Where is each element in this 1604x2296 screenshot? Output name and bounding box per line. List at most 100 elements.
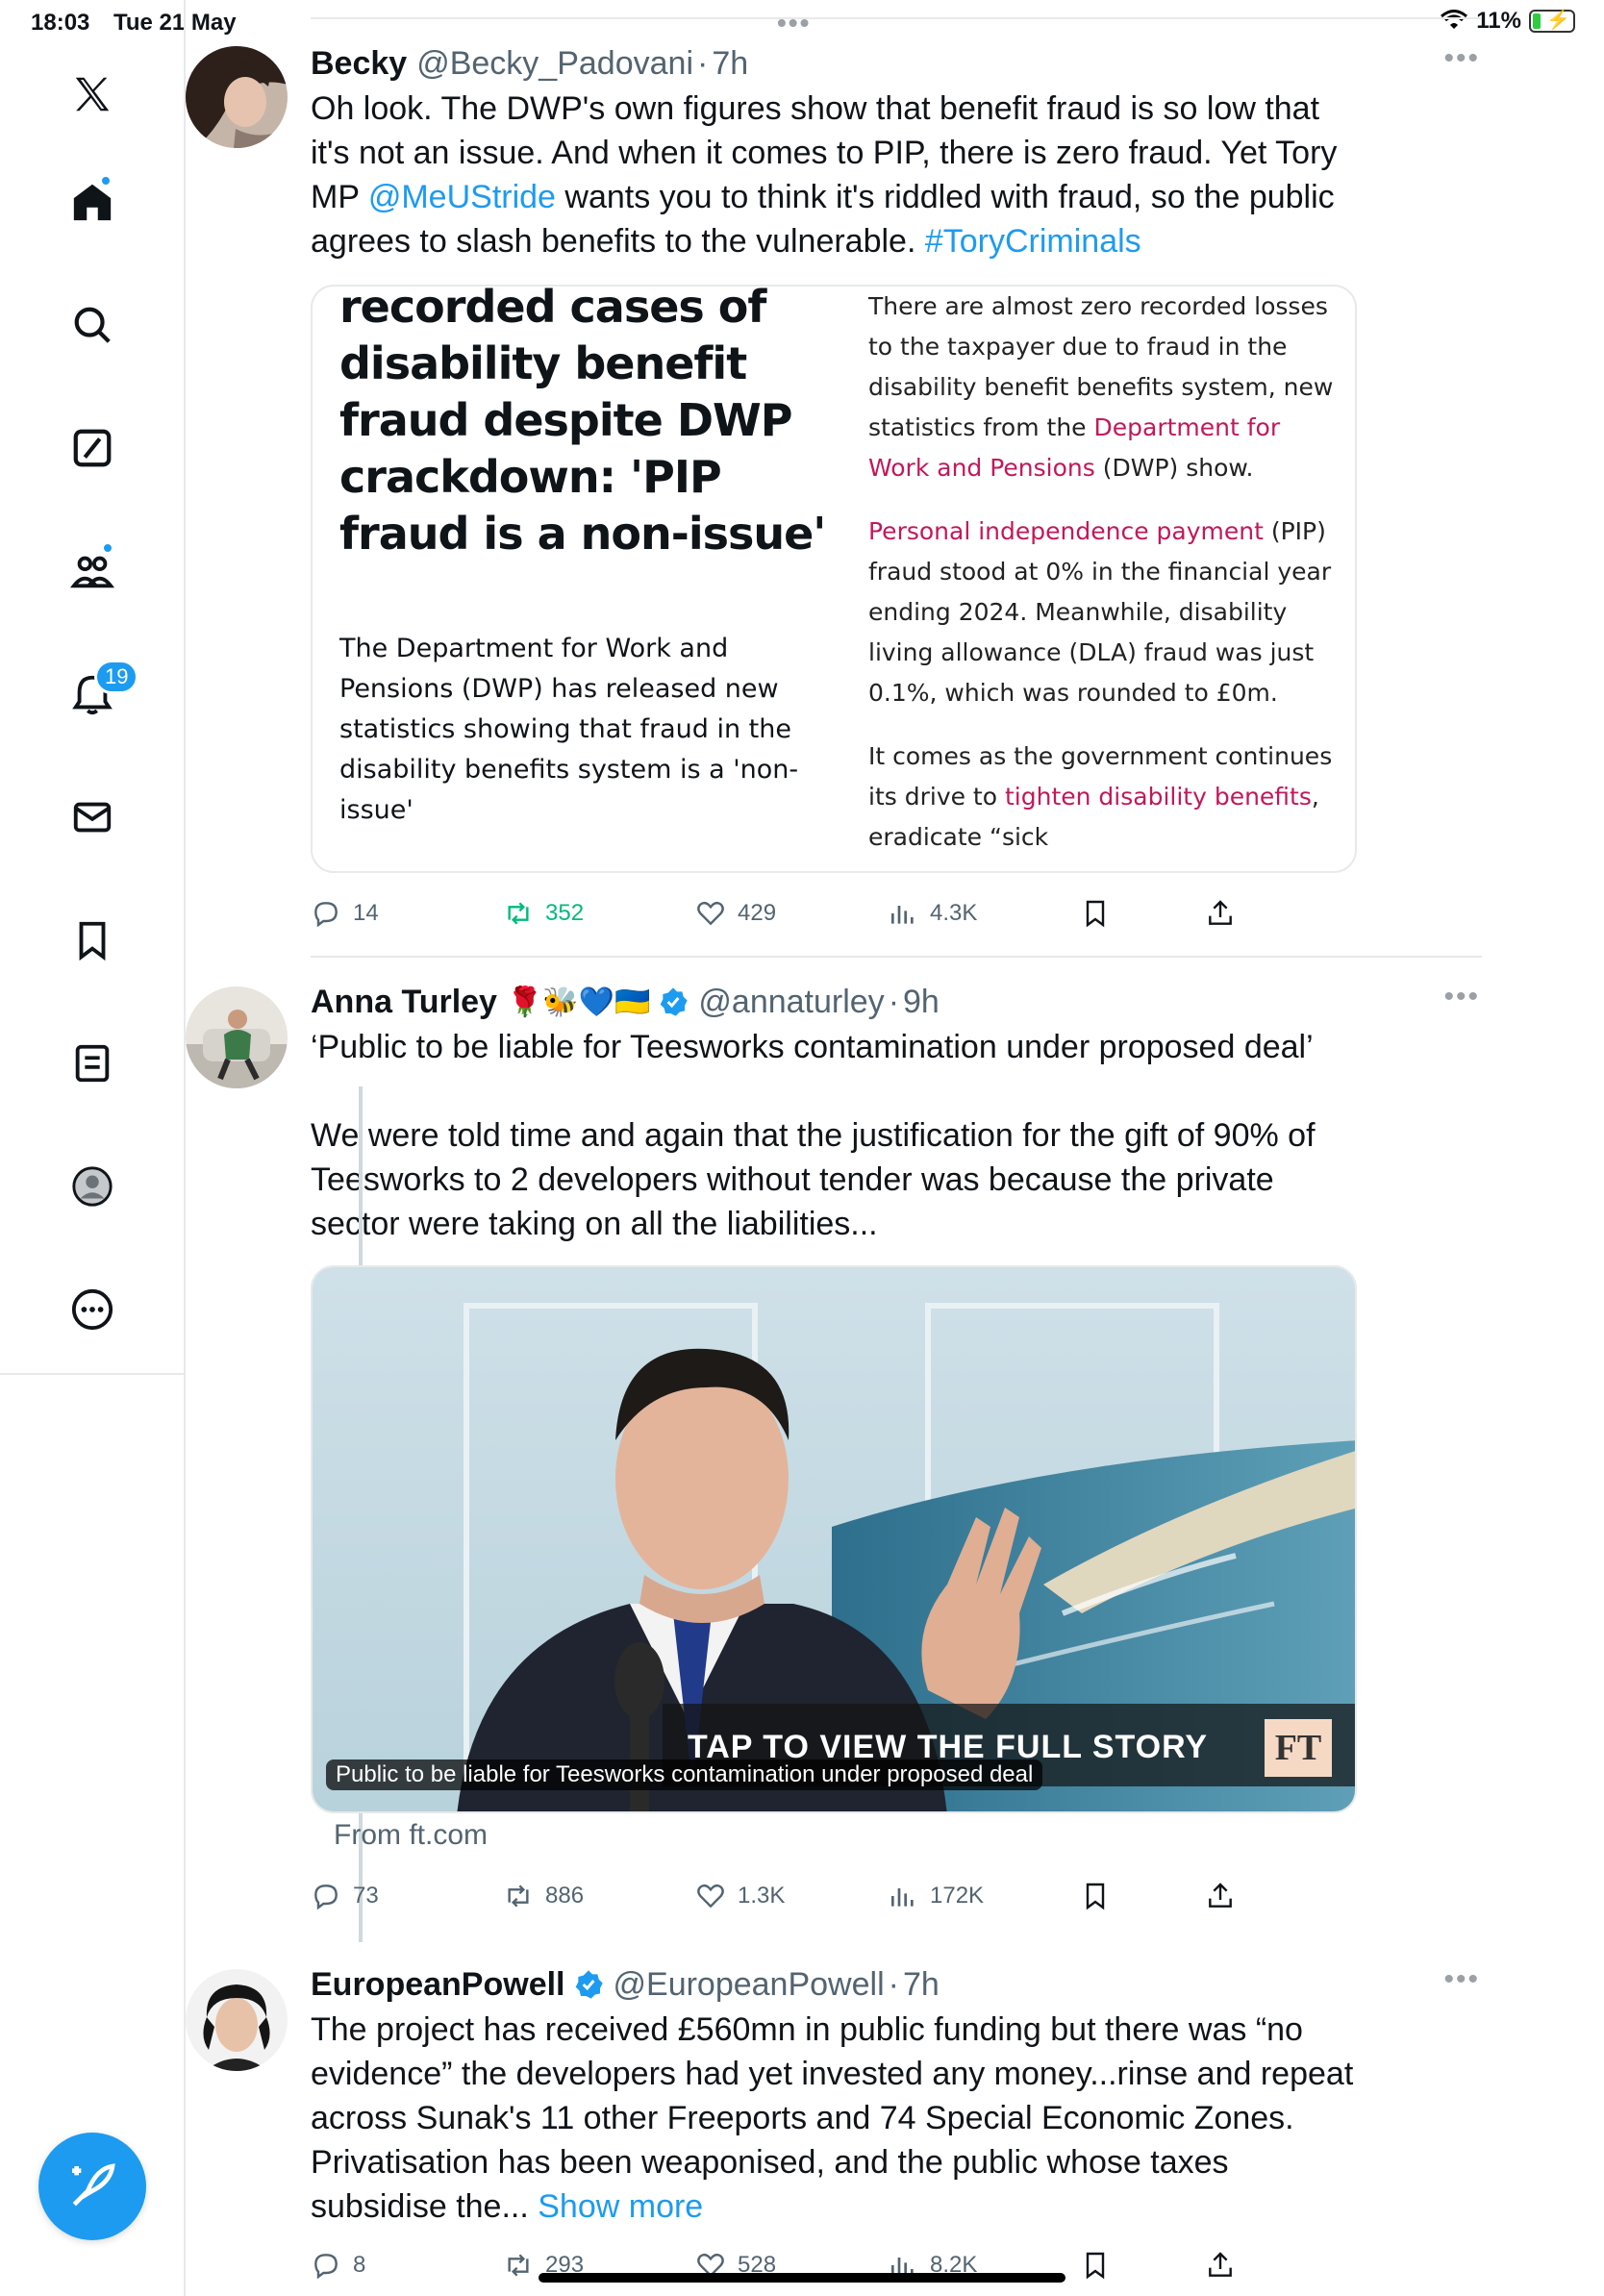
share-button[interactable] [1205, 1881, 1236, 1911]
tweet-anna-turley[interactable]: Anna Turley 🌹🐝💙🇺🇦 @annaturley · 9h ••• ‘… [186, 981, 1482, 1246]
views-chart-icon [891, 1888, 914, 1907]
more-options-icon[interactable]: ••• [1443, 981, 1480, 1013]
repost-icon [508, 1884, 529, 1908]
views-chart-icon [891, 906, 914, 924]
author-name[interactable]: EuropeanPowell [311, 1966, 565, 2004]
article-text: (DWP) show. [1094, 454, 1254, 482]
profile-icon[interactable] [62, 1156, 123, 1217]
show-more-link[interactable]: Show more [538, 2188, 703, 2225]
reply-icon [314, 2254, 338, 2280]
view-count: 4.3K [930, 900, 978, 926]
more-options-icon[interactable]: ••• [1443, 1963, 1480, 1996]
like-count: 1.3K [738, 1883, 786, 1909]
tweet-becky[interactable]: Becky @Becky_Padovani · 7h ••• Oh look. … [186, 42, 1482, 263]
reply-button[interactable]: 14 [311, 898, 379, 929]
author-handle[interactable]: @annaturley [698, 984, 884, 1021]
hashtag-link[interactable]: #ToryCriminals [925, 223, 1141, 260]
bookmark-icon [1086, 1883, 1105, 1910]
reply-button[interactable]: 8 [311, 2250, 365, 2281]
article-link: tighten disability benefits [1004, 783, 1312, 811]
mention-link[interactable]: @MeUStride [368, 179, 556, 215]
tweet-text: The project has received £560mn in publi… [311, 2008, 1359, 2229]
tweet-text: We were told time and again that the jus… [311, 1117, 1316, 1242]
notifications-icon[interactable]: 19 [62, 660, 139, 725]
article-image-card[interactable]: recorded cases of disability benefit fra… [311, 285, 1357, 873]
bookmark-button[interactable] [1080, 898, 1111, 929]
battery-icon: ⚡ [1529, 10, 1575, 33]
compose-post-button[interactable] [38, 2133, 146, 2240]
reply-icon [314, 1884, 338, 1910]
search-icon[interactable] [62, 294, 123, 356]
reply-count: 73 [353, 1883, 379, 1909]
link-source[interactable]: From ft.com [334, 1819, 488, 1852]
share-icon [1209, 2252, 1232, 2277]
home-icon[interactable] [62, 171, 123, 233]
repost-button[interactable]: 886 [503, 1881, 584, 1911]
repost-button[interactable]: 352 [503, 898, 584, 929]
tweet-header: Becky @Becky_Padovani · 7h [311, 42, 1482, 85]
repost-icon [508, 902, 529, 925]
bookmark-icon [1086, 900, 1105, 928]
tweet-text-part: The project has received £560mn in publi… [311, 2011, 1354, 2225]
heart-icon [697, 1884, 724, 1909]
avatar-europeanpowell[interactable] [186, 1969, 288, 2071]
communities-unread-dot [102, 542, 113, 554]
views-button[interactable]: 172K [888, 1881, 984, 1911]
bookmark-icon [1086, 2252, 1105, 2280]
author-handle[interactable]: @EuropeanPowell [614, 1966, 885, 2004]
reply-icon [314, 902, 338, 928]
lists-icon[interactable] [62, 1033, 123, 1094]
link-card-caption: Public to be liable for Teesworks contam… [326, 1759, 1043, 1790]
article-link: Personal independence payment [868, 517, 1264, 545]
home-indicator[interactable] [539, 2273, 1065, 2283]
tweet-header: EuropeanPowell @EuropeanPowell · 7h [311, 1963, 1482, 2006]
post-time[interactable]: 9h [903, 984, 940, 1021]
verified-badge-icon [575, 1970, 603, 1999]
multitasking-dots-icon[interactable]: ••• [777, 8, 811, 38]
like-button[interactable]: 429 [695, 898, 776, 929]
post-time[interactable]: 7h [712, 45, 748, 83]
more-icon[interactable] [62, 1279, 123, 1340]
tweet-header: Anna Turley 🌹🐝💙🇺🇦 @annaturley · 9h [311, 981, 1482, 1023]
more-options-icon[interactable]: ••• [1443, 42, 1480, 75]
author-handle[interactable]: @Becky_Padovani [416, 45, 693, 83]
article-headline: recorded cases of disability benefit fra… [339, 285, 826, 560]
share-button[interactable] [1205, 2250, 1236, 2281]
author-name[interactable]: Becky [311, 45, 407, 83]
author-name[interactable]: Anna Turley [311, 984, 497, 1021]
link-preview-card[interactable]: TAP TO VIEW THE FULL STORY FT Public to … [311, 1265, 1357, 1813]
article-text: (PIP) fraud stood at 0% in the financial… [868, 517, 1332, 707]
repost-count: 352 [545, 900, 585, 926]
reply-count: 14 [353, 900, 379, 926]
wifi-icon [1441, 10, 1468, 29]
reply-button[interactable]: 73 [311, 1881, 379, 1911]
tweet-divider [311, 956, 1482, 958]
bookmark-button[interactable] [1080, 2250, 1111, 2281]
views-button[interactable]: 4.3K [888, 898, 977, 929]
tweet-text: ‘Public to be liable for Teesworks conta… [311, 1029, 1314, 1065]
bookmarks-icon[interactable] [62, 910, 123, 971]
article-body: There are almost zero recorded losses to… [868, 287, 1340, 871]
status-bar: 18:03 Tue 21 May ••• 11% ⚡ [0, 0, 1604, 46]
sidebar-divider [0, 1373, 186, 1375]
avatar-becky[interactable] [186, 46, 288, 148]
communities-icon[interactable] [62, 540, 123, 602]
post-time[interactable]: 7h [903, 1966, 940, 2004]
reply-count: 8 [353, 2252, 366, 2278]
grok-icon[interactable] [62, 417, 123, 479]
tweet-text: Oh look. The DWP's own figures show that… [311, 87, 1359, 263]
messages-icon[interactable] [62, 786, 123, 848]
like-button[interactable]: 1.3K [695, 1881, 785, 1911]
verified-badge-icon [661, 987, 689, 1016]
tweet-actions: 73 886 1.3K 172K [311, 1877, 1357, 1915]
share-button[interactable] [1205, 898, 1236, 929]
x-logo-icon[interactable] [62, 63, 123, 125]
status-indicators: 11% ⚡ [1440, 8, 1575, 35]
bookmark-button[interactable] [1080, 1881, 1111, 1911]
avatar-anna-turley[interactable] [186, 986, 288, 1088]
share-icon [1209, 1883, 1232, 1908]
author-emojis: 🌹🐝💙🇺🇦 [506, 986, 651, 1018]
article-paragraph: There are almost zero recorded losses to… [868, 287, 1340, 488]
tweet-europeanpowell[interactable]: EuropeanPowell @EuropeanPowell · 7h ••• … [186, 1963, 1482, 2229]
time-separator: · [697, 44, 709, 82]
